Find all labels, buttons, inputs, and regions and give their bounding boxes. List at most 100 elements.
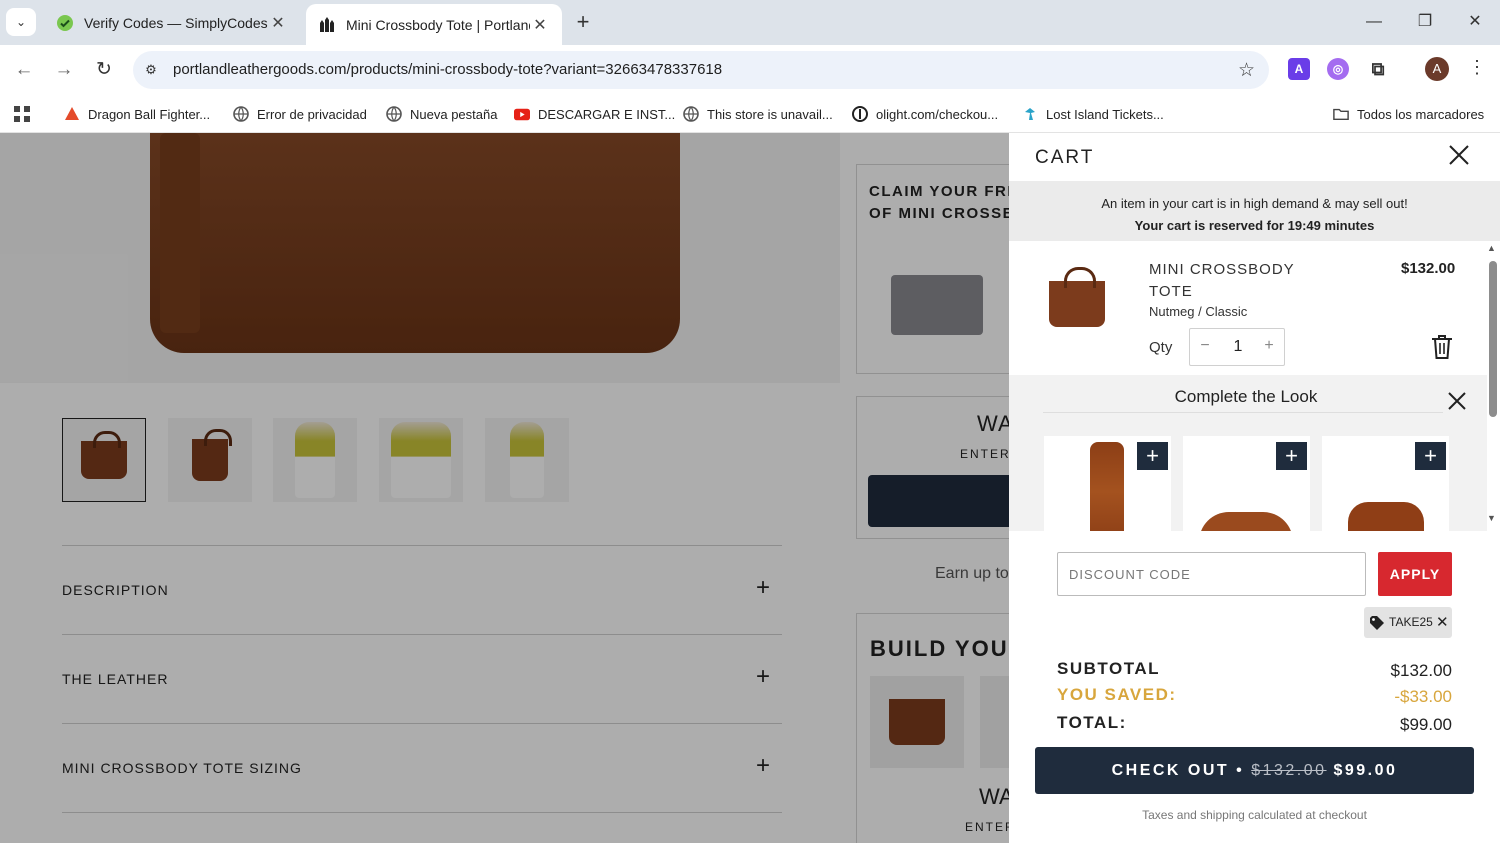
taxes-note: Taxes and shipping calculated at checkou… xyxy=(1142,808,1367,822)
apply-discount-button[interactable]: APPLY xyxy=(1378,552,1452,596)
extension-purple-icon[interactable]: ◎ xyxy=(1327,58,1349,80)
bookmark-error-privacidad[interactable]: Error de privacidad xyxy=(233,104,367,124)
youtube-icon xyxy=(514,106,530,122)
site-info-icon[interactable]: ⚙ xyxy=(141,60,161,80)
tab-simplycodes[interactable]: Verify Codes — SimplyCodes ✕ xyxy=(44,0,300,45)
applied-code-chip: TAKE25 ✕ xyxy=(1364,607,1452,638)
add-to-cart-plus-icon[interactable]: + xyxy=(1276,442,1307,470)
qty-value[interactable]: 1 xyxy=(1228,338,1248,356)
globe-icon xyxy=(233,106,249,122)
close-tab-icon[interactable]: ✕ xyxy=(530,15,550,35)
total-label: TOTAL: xyxy=(1057,713,1127,732)
close-tab-icon[interactable]: ✕ xyxy=(268,13,288,33)
bookmark-dragon-ball[interactable]: Dragon Ball Fighter... xyxy=(64,104,210,124)
cart-items-scroll[interactable]: MINI CROSSBODY TOTE Nutmeg / Classic $13… xyxy=(1009,241,1500,531)
cart-reservation-notice: An item in your cart is in high demand &… xyxy=(1009,181,1500,241)
notice-line: An item in your cart is in high demand &… xyxy=(1101,196,1408,211)
globe-icon xyxy=(683,106,699,122)
menu-kebab-icon[interactable]: ⋮ xyxy=(1468,57,1486,78)
tab-title: Verify Codes — SimplyCodes xyxy=(84,14,268,31)
cart-backdrop-overlay[interactable] xyxy=(0,133,1010,843)
scrollbar-thumb[interactable] xyxy=(1489,261,1497,417)
new-tab-button[interactable]: + xyxy=(570,8,596,36)
scroll-down-arrow-icon[interactable]: ▼ xyxy=(1487,513,1496,523)
bookmark-lost-island[interactable]: Lost Island Tickets... xyxy=(1022,104,1164,124)
total-value: $99.00 xyxy=(1400,715,1452,734)
recommendation-card[interactable]: + xyxy=(1044,436,1171,531)
tab-search-button[interactable]: ⌄ xyxy=(6,8,36,36)
bookmark-nueva-pestana[interactable]: Nueva pestaña xyxy=(386,104,497,124)
add-to-cart-plus-icon[interactable]: + xyxy=(1137,442,1168,470)
cart-item-price: $132.00 xyxy=(1401,260,1456,277)
bookmarks-bar: Dragon Ball Fighter... Error de privacid… xyxy=(0,95,1500,133)
back-icon[interactable]: ← xyxy=(10,56,38,84)
subtotal-value: $132.00 xyxy=(1390,661,1452,680)
close-window-icon[interactable]: ✕ xyxy=(1460,8,1490,36)
bookmark-olight[interactable]: olight.com/checkou... xyxy=(852,104,998,124)
restore-icon[interactable]: ❐ xyxy=(1410,8,1440,36)
cart-item-name[interactable]: MINI CROSSBODY TOTE xyxy=(1149,259,1319,303)
forward-icon[interactable]: → xyxy=(50,56,78,84)
trash-icon[interactable] xyxy=(1431,334,1453,360)
qty-increase-button[interactable]: + xyxy=(1260,337,1278,355)
applied-code-text: TAKE25 xyxy=(1389,615,1433,629)
checkout-prefix: CHECK OUT • xyxy=(1111,762,1252,779)
notice-timer: Your cart is reserved for 19:49 minutes xyxy=(1134,218,1375,233)
cart-title: CART xyxy=(1035,147,1095,168)
folder-icon xyxy=(1333,106,1349,122)
browser-toolbar: ← → ↻ ⚙ portlandleathergoods.com/product… xyxy=(0,45,1500,95)
profile-avatar[interactable]: A xyxy=(1425,57,1449,81)
bookmark-store-unavailable[interactable]: This store is unavail... xyxy=(683,104,833,124)
cart-item-variant: Nutmeg / Classic xyxy=(1149,304,1248,319)
reload-icon[interactable]: ↻ xyxy=(90,56,118,84)
checkout-original-price: $132.00 xyxy=(1251,762,1327,779)
qty-decrease-button[interactable]: − xyxy=(1196,337,1214,355)
close-cart-icon[interactable] xyxy=(1445,143,1473,171)
globe-icon xyxy=(386,106,402,122)
section-divider xyxy=(1043,412,1443,413)
recommendation-card[interactable]: + xyxy=(1322,436,1449,531)
cart-item-image[interactable] xyxy=(1041,267,1113,341)
cart-drawer: CART An item in your cart is in high dem… xyxy=(1009,133,1500,843)
quantity-stepper: − 1 + xyxy=(1189,328,1285,366)
checkout-final-price: $99.00 xyxy=(1326,762,1398,779)
extension-a-icon[interactable]: A xyxy=(1288,58,1310,80)
discount-code-field[interactable] xyxy=(1057,552,1366,596)
saved-label: YOU SAVED: xyxy=(1057,685,1177,704)
address-bar[interactable]: ⚙ portlandleathergoods.com/products/mini… xyxy=(133,51,1269,89)
bookmark-label: Todos los marcadores xyxy=(1357,106,1485,122)
recommendation-card[interactable]: + xyxy=(1183,436,1310,531)
discount-code-input[interactable] xyxy=(1058,553,1365,595)
url-text[interactable]: portlandleathergoods.com/products/mini-c… xyxy=(173,61,722,78)
tag-icon xyxy=(1369,615,1385,631)
bookmark-label: Error de privacidad xyxy=(257,106,367,122)
qty-label: Qty xyxy=(1149,339,1173,356)
tab-title: Mini Crossbody Tote | Portland Leather xyxy=(346,16,530,33)
extensions-puzzle-icon[interactable]: ⧉ xyxy=(1367,58,1389,80)
complete-the-look-title: Complete the Look xyxy=(1174,387,1318,406)
scroll-up-arrow-icon[interactable]: ▲ xyxy=(1487,243,1496,253)
tab-mini-crossbody-tote[interactable]: Mini Crossbody Tote | Portland Leather ✕ xyxy=(306,4,562,45)
bookmark-label: Nueva pestaña xyxy=(410,106,498,122)
apps-grid-icon[interactable] xyxy=(14,104,30,124)
add-to-cart-plus-icon[interactable]: + xyxy=(1415,442,1446,470)
bookmark-label: DESCARGAR E INST... xyxy=(538,106,676,122)
simplycodes-icon xyxy=(56,14,74,32)
remove-code-icon[interactable]: ✕ xyxy=(1436,613,1449,631)
minimize-icon[interactable]: — xyxy=(1359,8,1389,36)
bookmark-label: Lost Island Tickets... xyxy=(1046,106,1164,122)
bookmark-label: Dragon Ball Fighter... xyxy=(88,106,211,122)
lost-island-icon xyxy=(1022,106,1038,122)
chevron-down-icon: ⌄ xyxy=(15,15,27,29)
bookmark-descargar[interactable]: DESCARGAR E INST... xyxy=(514,104,675,124)
checkout-button[interactable]: CHECK OUT • $132.00 $99.00 xyxy=(1035,747,1474,794)
olight-icon xyxy=(852,106,868,122)
all-bookmarks-folder[interactable]: Todos los marcadores xyxy=(1333,104,1484,124)
bookmark-label: olight.com/checkou... xyxy=(876,106,999,122)
bookmark-star-icon[interactable]: ☆ xyxy=(1238,59,1255,82)
bookmark-label: This store is unavail... xyxy=(707,106,833,122)
complete-the-look-section: Complete the Look + + + xyxy=(1009,375,1487,531)
tab-strip: ⌄ Verify Codes — SimplyCodes ✕ Mini Cros… xyxy=(0,0,1500,45)
clutch-image xyxy=(1348,502,1424,531)
close-icon[interactable] xyxy=(1447,389,1467,415)
